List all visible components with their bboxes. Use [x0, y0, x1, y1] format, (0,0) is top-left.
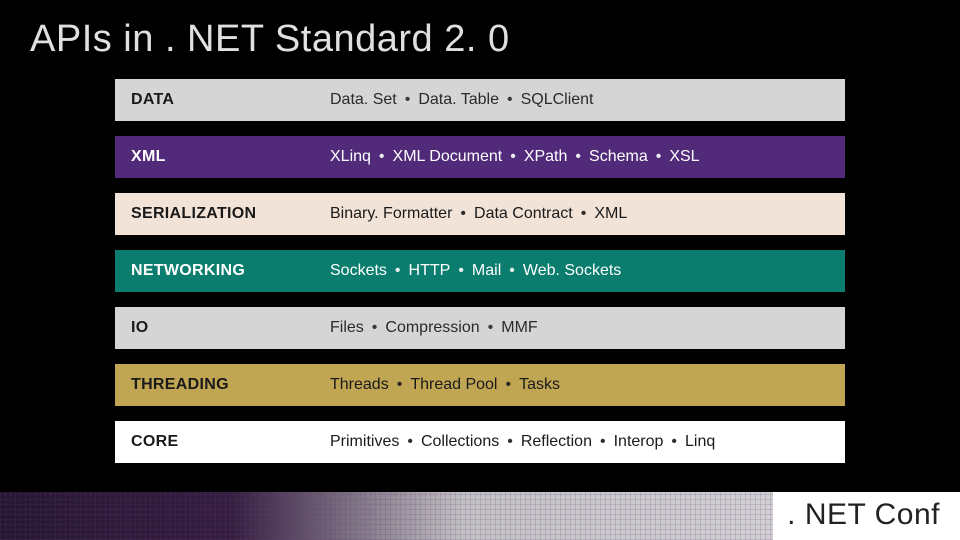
row-item: SQLClient: [521, 91, 594, 109]
dot-separator-icon: •: [460, 205, 466, 223]
row-item: Data Contract: [474, 205, 573, 223]
row-item: Binary. Formatter: [330, 205, 452, 223]
api-row: THREADINGThreads • Thread Pool • Tasks: [115, 364, 845, 406]
row-item: Threads: [330, 376, 389, 394]
row-items: XLinq • XML Document • XPath • Schema • XSL: [330, 136, 845, 178]
row-items: Files • Compression • MMF: [330, 307, 845, 349]
row-item: Collections: [421, 433, 499, 451]
dot-separator-icon: •: [405, 91, 411, 109]
row-items: Sockets • HTTP • Mail • Web. Sockets: [330, 250, 845, 292]
row-item: Mail: [472, 262, 501, 280]
footer: . NET Conf: [0, 492, 960, 540]
dot-separator-icon: •: [505, 376, 511, 394]
row-item: XML Document: [393, 148, 503, 166]
row-item: XPath: [524, 148, 568, 166]
footer-pattern: [0, 492, 773, 540]
row-item: Schema: [589, 148, 648, 166]
row-item: Thread Pool: [410, 376, 497, 394]
row-item: Web. Sockets: [523, 262, 621, 280]
dot-separator-icon: •: [507, 433, 513, 451]
api-rows: DATAData. Set•Data. Table•SQLClientXMLXL…: [115, 79, 845, 463]
dot-separator-icon: •: [407, 433, 413, 451]
row-item: Sockets: [330, 262, 387, 280]
row-item: Interop: [614, 433, 664, 451]
row-item: Linq: [685, 433, 715, 451]
row-label: NETWORKING: [115, 250, 330, 292]
footer-brand: . NET Conf: [773, 492, 960, 540]
row-item: Primitives: [330, 433, 399, 451]
dot-separator-icon: •: [395, 262, 401, 280]
dot-separator-icon: •: [600, 433, 606, 451]
row-label: SERIALIZATION: [115, 193, 330, 235]
dot-separator-icon: •: [372, 319, 378, 337]
row-item: Data. Table: [418, 91, 499, 109]
row-item: MMF: [501, 319, 537, 337]
dot-separator-icon: •: [509, 262, 515, 280]
row-label: DATA: [115, 79, 330, 121]
dot-separator-icon: •: [656, 148, 662, 166]
dot-separator-icon: •: [575, 148, 581, 166]
row-item: XSL: [669, 148, 699, 166]
row-label: IO: [115, 307, 330, 349]
row-item: HTTP: [409, 262, 451, 280]
slide-title: APIs in . NET Standard 2. 0: [0, 0, 960, 61]
row-item: Data. Set: [330, 91, 397, 109]
row-items: Binary. Formatter • Data Contract • XML: [330, 193, 845, 235]
row-item: Files: [330, 319, 364, 337]
dot-separator-icon: •: [581, 205, 587, 223]
row-item: Reflection: [521, 433, 592, 451]
row-label: XML: [115, 136, 330, 178]
row-item: XLinq: [330, 148, 371, 166]
row-item: Compression: [385, 319, 479, 337]
dot-separator-icon: •: [671, 433, 677, 451]
dot-separator-icon: •: [507, 91, 513, 109]
row-items: Threads • Thread Pool • Tasks: [330, 364, 845, 406]
dot-separator-icon: •: [488, 319, 494, 337]
row-label: THREADING: [115, 364, 330, 406]
dot-separator-icon: •: [458, 262, 464, 280]
api-row: DATAData. Set • Data. Table • SQLClient: [115, 79, 845, 121]
row-label: CORE: [115, 421, 330, 463]
row-items: Data. Set • Data. Table • SQLClient: [330, 79, 845, 121]
dot-separator-icon: •: [397, 376, 403, 394]
api-row: NETWORKINGSockets • HTTP • Mail • Web. Sockets: [115, 250, 845, 292]
api-row: SERIALIZATIONBinary. Formatter • Data Cont…: [115, 193, 845, 235]
row-items: Primitives • Collections • Reflection • Intero…: [330, 421, 845, 463]
row-item: XML: [594, 205, 627, 223]
api-row: COREPrimitives • Collections • Reflection • In…: [115, 421, 845, 463]
dot-separator-icon: •: [510, 148, 516, 166]
row-item: Tasks: [519, 376, 560, 394]
dot-separator-icon: •: [379, 148, 385, 166]
api-row: IOFiles • Compression • MMF: [115, 307, 845, 349]
api-row: XMLXLinq • XML Document • XPath • Schema • XSL: [115, 136, 845, 178]
